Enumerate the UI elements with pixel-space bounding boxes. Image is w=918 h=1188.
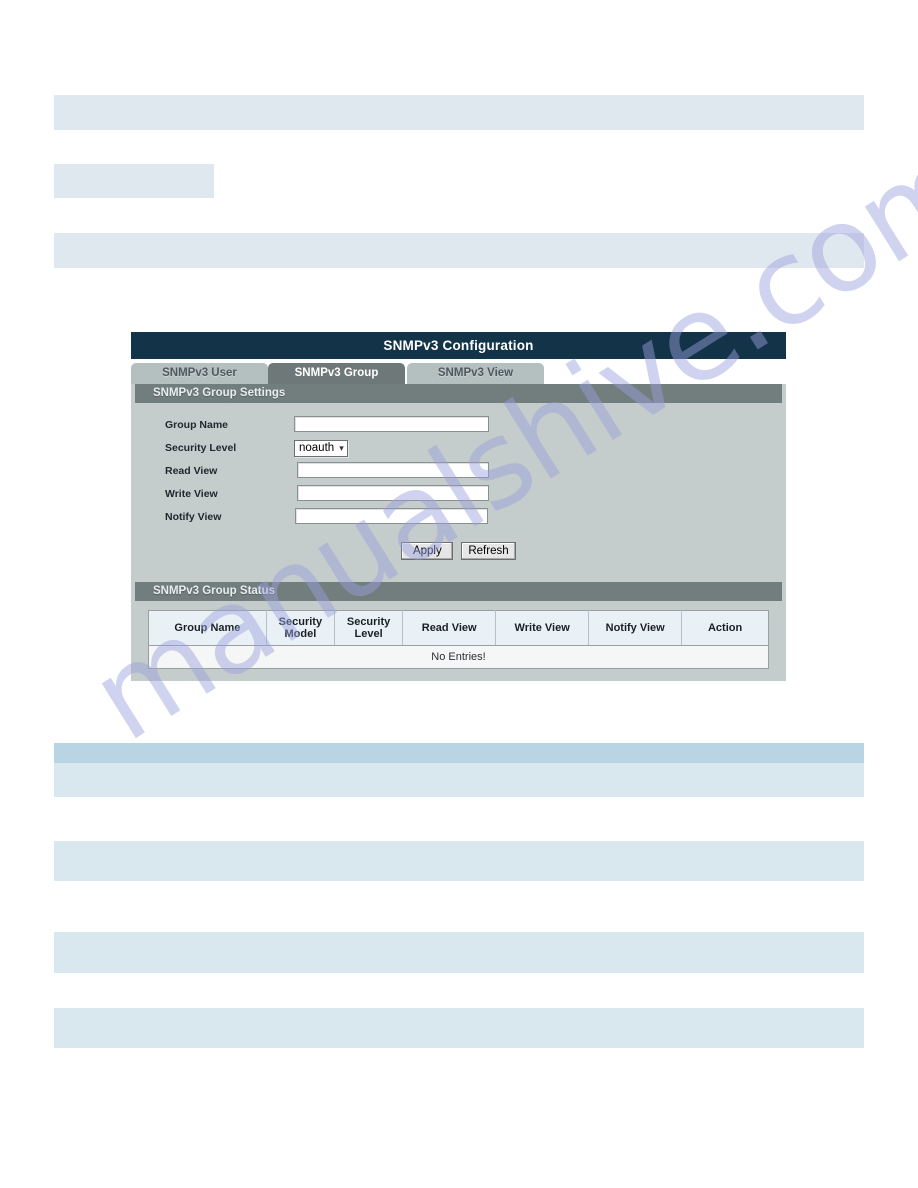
column-header-action: Action — [681, 610, 769, 646]
tab-bar: SNMPv3 User SNMPv3 Group SNMPv3 View — [131, 359, 786, 384]
label-group-name: Group Name — [165, 418, 229, 431]
label-write-view: Write View — [165, 487, 218, 500]
section-header-group-settings: SNMPv3 Group Settings — [135, 384, 782, 403]
field-cell-security-level: noauth ▾ — [265, 438, 786, 457]
group-settings-form: Group Name Security Level noauth ▾ Read … — [131, 403, 786, 582]
empty-message: No Entries! — [148, 645, 769, 669]
label-security-level: Security Level — [165, 441, 237, 454]
field-cell-notify-view — [265, 508, 786, 526]
column-header-security-model: Security Model — [266, 610, 335, 646]
form-button-row: Apply Refresh — [131, 528, 786, 576]
notify-view-input[interactable] — [295, 508, 488, 524]
text-block-6 — [54, 841, 864, 881]
text-block-8 — [54, 1008, 864, 1048]
write-view-input[interactable] — [297, 485, 489, 501]
refresh-button[interactable]: Refresh — [461, 542, 516, 560]
form-row-security-level: Security Level noauth ▾ — [131, 436, 786, 459]
text-block-5 — [54, 763, 864, 797]
column-header-security-level: Security Level — [334, 610, 404, 646]
column-header-notify-view: Notify View — [588, 610, 683, 646]
panel-body: SNMPv3 Group Settings Group Name Securit… — [131, 384, 786, 681]
chevron-down-icon: ▾ — [339, 442, 344, 453]
security-level-value: noauth — [299, 442, 335, 455]
text-block-4 — [54, 743, 864, 763]
group-status-table: Group Name Security Model Security Level Re… — [148, 610, 769, 669]
table-body: No Entries! — [148, 645, 769, 669]
read-view-input[interactable] — [297, 462, 489, 478]
group-status-area: Group Name Security Model Security Level Re… — [131, 601, 786, 681]
form-row-read-view: Read View — [131, 459, 786, 482]
form-row-notify-view: Notify View — [131, 505, 786, 528]
column-header-read-view: Read View — [402, 610, 497, 646]
text-block-7 — [54, 932, 864, 973]
group-name-input[interactable] — [294, 416, 489, 432]
column-header-group-name: Group Name — [148, 610, 267, 646]
tab-snmpv3-view[interactable]: SNMPv3 View — [407, 363, 544, 384]
section-header-group-status: SNMPv3 Group Status — [135, 582, 782, 601]
table-header-row: Group Name Security Model Security Level Re… — [148, 610, 769, 646]
form-row-group-name: Group Name — [131, 413, 786, 436]
label-read-view: Read View — [165, 464, 218, 477]
field-cell-write-view — [265, 485, 786, 503]
apply-button[interactable]: Apply — [401, 542, 454, 560]
table-empty-row: No Entries! — [148, 645, 769, 669]
column-header-write-view: Write View — [495, 610, 590, 646]
snmpv3-configuration-panel: SNMPv3 Configuration SNMPv3 User SNMPv3 … — [131, 332, 786, 681]
field-cell-group-name — [265, 416, 786, 434]
label-notify-view: Notify View — [165, 510, 222, 523]
text-block-1 — [54, 95, 864, 130]
tab-snmpv3-group[interactable]: SNMPv3 Group — [268, 363, 405, 384]
form-row-write-view: Write View — [131, 482, 786, 505]
page-title: SNMPv3 Configuration — [131, 332, 786, 359]
text-block-3 — [54, 233, 864, 268]
text-block-2 — [54, 164, 214, 198]
tab-snmpv3-user[interactable]: SNMPv3 User — [131, 363, 268, 384]
security-level-select[interactable]: noauth ▾ — [294, 439, 348, 457]
field-cell-read-view — [265, 462, 786, 480]
